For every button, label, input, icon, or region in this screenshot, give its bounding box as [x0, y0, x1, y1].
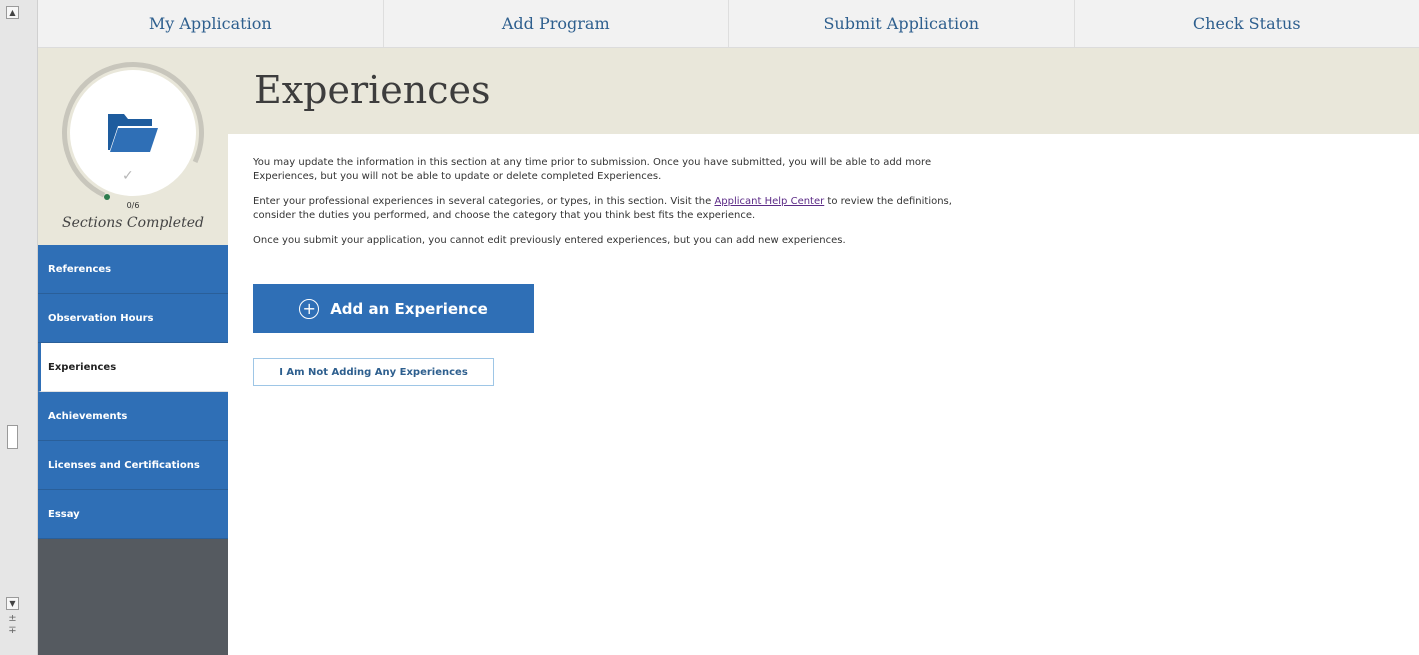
progress-indicator-dot [104, 194, 110, 200]
applicant-help-center-link[interactable]: Applicant Help Center [714, 196, 824, 207]
sidebar-item-licenses-certifications[interactable]: Licenses and Certifications [38, 441, 228, 490]
page-title: Experiences [254, 68, 491, 112]
sidebar-item-experiences[interactable]: Experiences [38, 343, 228, 392]
scrollbar-thumb[interactable] [7, 425, 18, 449]
instruction-paragraph-3: Once you submit your application, you ca… [253, 235, 846, 246]
instruction-paragraph-1: You may update the information in this s… [253, 157, 932, 182]
check-icon: ✓ [122, 168, 134, 184]
tab-check-status[interactable]: Check Status [1075, 0, 1419, 47]
scroll-collapse-icon[interactable]: ∓ [6, 626, 19, 636]
page-header: Experiences [228, 48, 1419, 134]
sections-count: 0/6 [126, 201, 140, 210]
sidebar-footer [38, 539, 228, 655]
vertical-scrollbar[interactable]: ▲ ▼ ± ∓ [0, 0, 38, 655]
sidebar-item-achievements[interactable]: Achievements [38, 392, 228, 441]
tab-submit-application[interactable]: Submit Application [729, 0, 1075, 47]
paragraph-text: Enter your professional experiences in s… [253, 196, 715, 207]
sidebar-item-references[interactable]: References [38, 245, 228, 294]
add-experience-label: Add an Experience [330, 299, 488, 318]
scroll-down-arrow-icon[interactable]: ▼ [6, 597, 19, 610]
top-navigation: My Application Add Program Submit Applic… [38, 0, 1419, 48]
tab-my-application[interactable]: My Application [38, 0, 384, 47]
sidebar-item-essay[interactable]: Essay [38, 490, 228, 539]
scroll-up-arrow-icon[interactable]: ▲ [6, 6, 19, 19]
folder-icon [108, 114, 158, 152]
instructions: You may update the information in this s… [253, 156, 993, 259]
scroll-expand-icon[interactable]: ± [6, 614, 19, 624]
progress-panel: ✓ 0/6 Sections Completed [38, 41, 228, 245]
sections-completed-label: Sections Completed [62, 215, 204, 231]
sidebar-item-observation-hours[interactable]: Observation Hours [38, 294, 228, 343]
tab-add-program[interactable]: Add Program [384, 0, 729, 47]
section-sidebar: References Observation Hours Experiences… [38, 245, 228, 539]
add-experience-button[interactable]: + Add an Experience [253, 284, 534, 333]
not-adding-experiences-button[interactable]: I Am Not Adding Any Experiences [253, 358, 494, 386]
plus-circle-icon: + [299, 298, 320, 319]
instruction-paragraph-2: Enter your professional experiences in s… [253, 195, 993, 223]
